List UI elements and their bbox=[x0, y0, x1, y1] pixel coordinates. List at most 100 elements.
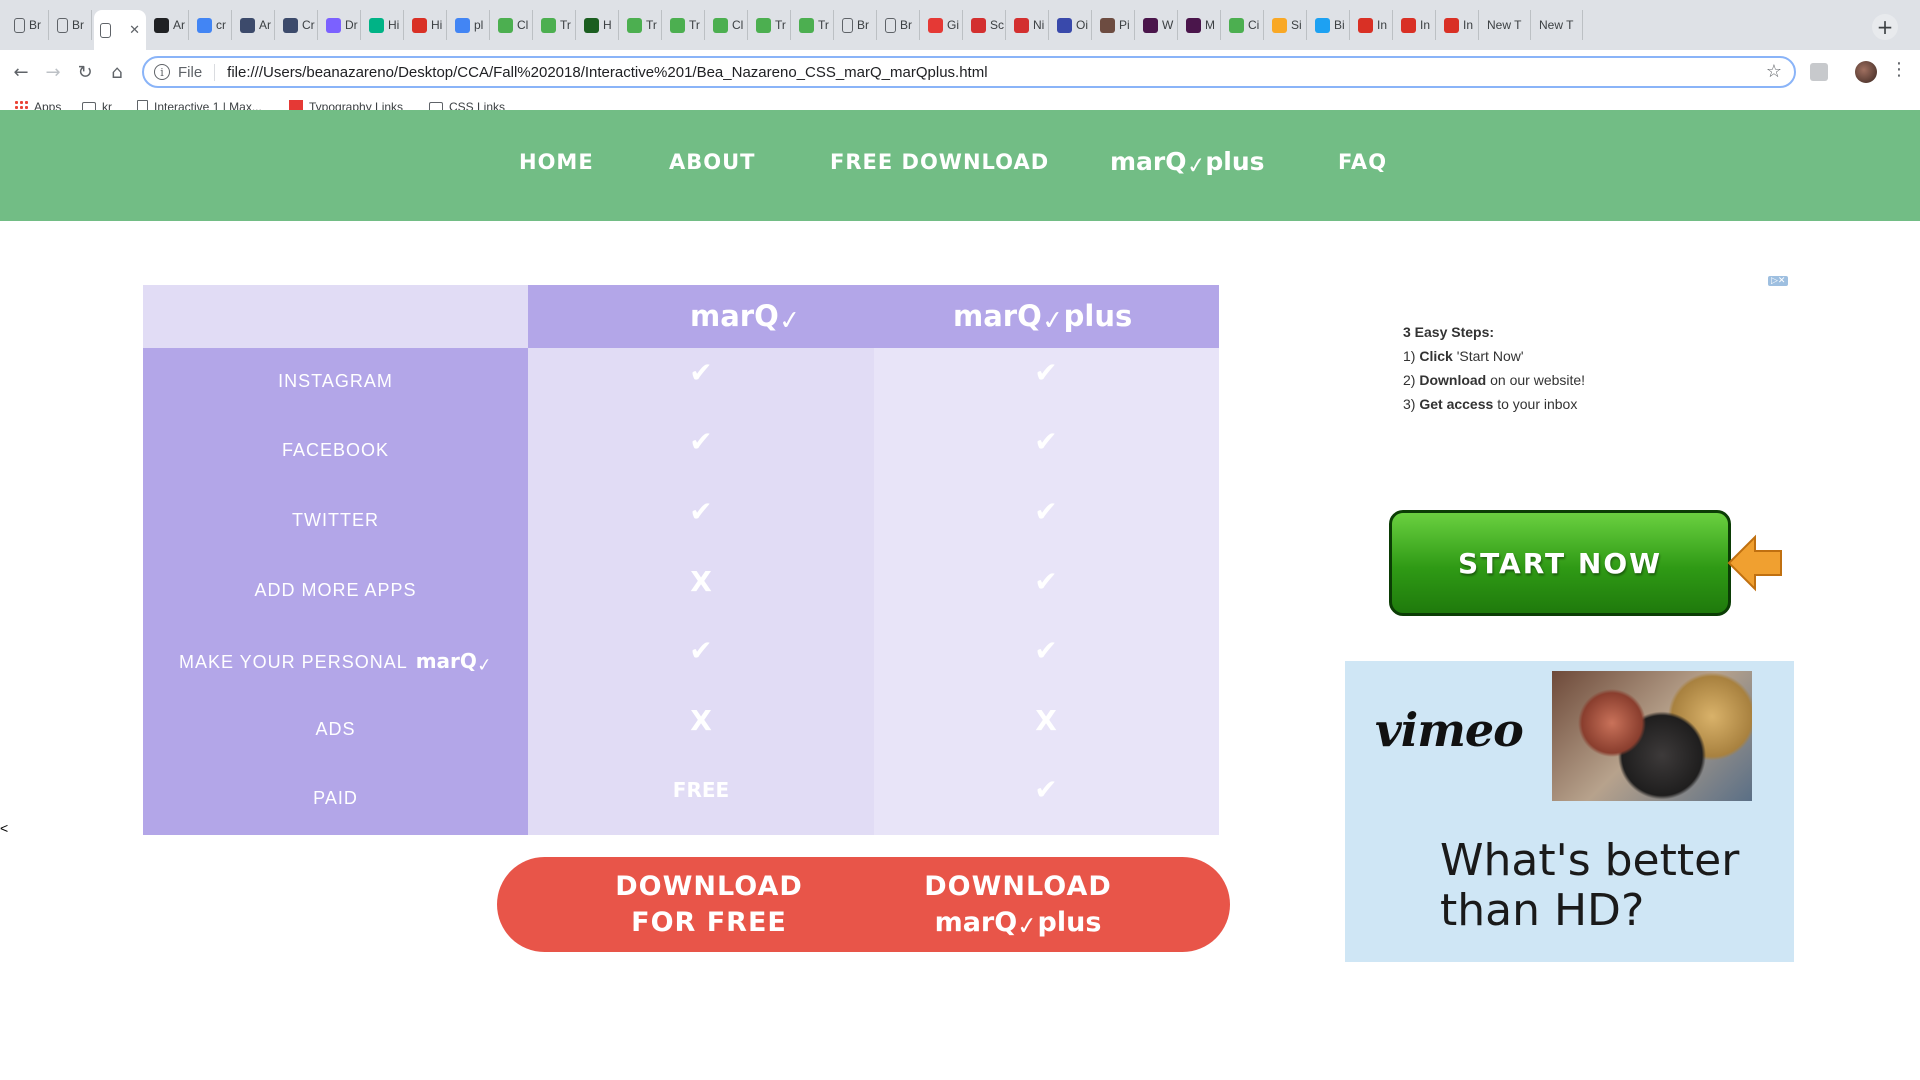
browser-tab[interactable]: Tr bbox=[664, 10, 705, 40]
check-icon: ✓ bbox=[475, 654, 494, 677]
marq-plus-column: ✔ ✔ ✔ ✔ ✔ X ✔ bbox=[874, 348, 1219, 835]
browser-tab[interactable]: Cr bbox=[277, 10, 318, 40]
browser-toolbar: ← → ↻ ⌂ i File file:///Users/beanazareno… bbox=[0, 50, 1920, 94]
brand-suffix: plus bbox=[1037, 907, 1102, 938]
nav-faq[interactable]: FAQ bbox=[1338, 150, 1387, 174]
profile-avatar[interactable] bbox=[1855, 61, 1877, 83]
browser-tab[interactable]: Tr bbox=[750, 10, 791, 40]
tab-label: W bbox=[1162, 18, 1174, 32]
browser-tab[interactable]: Pi bbox=[1094, 10, 1135, 40]
ad-image bbox=[1552, 671, 1752, 801]
browser-tab[interactable]: Oi bbox=[1051, 10, 1092, 40]
browser-tab[interactable]: Tr bbox=[621, 10, 662, 40]
browser-tab[interactable]: Br bbox=[8, 10, 49, 40]
gmail-icon bbox=[1358, 17, 1373, 33]
close-tab-icon[interactable]: ✕ bbox=[129, 23, 140, 38]
headline-line: than HD? bbox=[1440, 885, 1645, 936]
step-item: 3) Get access to your inbox bbox=[1403, 396, 1578, 412]
browser-tab[interactable]: Tr bbox=[535, 10, 576, 40]
browser-tab[interactable]: Br bbox=[836, 10, 877, 40]
browser-tab[interactable]: Br bbox=[51, 10, 92, 40]
table-corner bbox=[143, 285, 528, 348]
headline-line: What's better bbox=[1440, 835, 1740, 886]
browser-tab[interactable]: Ar bbox=[148, 10, 189, 40]
info-icon[interactable]: i bbox=[154, 64, 170, 80]
bookmark-star-icon[interactable]: ☆ bbox=[1766, 61, 1782, 82]
doc-icon bbox=[885, 17, 896, 33]
brand-suffix: plus bbox=[1205, 147, 1265, 176]
nav-free-download[interactable]: FREE DOWNLOAD bbox=[830, 150, 1049, 174]
tab-label: M bbox=[1205, 18, 1215, 32]
f-circle-icon bbox=[928, 17, 943, 33]
tab-label: Cr bbox=[302, 18, 315, 32]
browser-tab[interactable]: New T bbox=[1481, 10, 1531, 40]
home-icon[interactable]: ⌂ bbox=[104, 59, 130, 85]
browser-tab[interactable]: In bbox=[1352, 10, 1393, 40]
browser-tab[interactable]: Dr bbox=[320, 10, 361, 40]
download-free-button[interactable]: DOWNLOAD FOR FREE bbox=[559, 869, 859, 941]
browser-tab[interactable]: Cl bbox=[492, 10, 533, 40]
grid-icon bbox=[1100, 17, 1115, 33]
browser-tab[interactable]: Bi bbox=[1309, 10, 1350, 40]
tab-label: Cl bbox=[732, 18, 744, 32]
download-line: DOWNLOAD bbox=[615, 871, 803, 902]
check-icon: ✔ bbox=[689, 355, 713, 389]
new-tab-plus-icon[interactable]: + bbox=[1872, 14, 1898, 40]
check-icon: ✔ bbox=[689, 425, 713, 459]
browser-tab[interactable]: Cl bbox=[707, 10, 748, 40]
reload-icon[interactable]: ↻ bbox=[72, 59, 98, 85]
feature-label: ADD MORE APPS bbox=[254, 579, 417, 600]
browser-tab[interactable]: Br bbox=[879, 10, 920, 40]
browser-tab[interactable]: Ni bbox=[1008, 10, 1049, 40]
download-brand-line: marQ✓plus bbox=[868, 905, 1168, 941]
browser-tab[interactable]: Hi bbox=[363, 10, 404, 40]
app-icon bbox=[240, 17, 255, 33]
browser-tab[interactable]: ✕ bbox=[94, 10, 146, 50]
w3-icon bbox=[713, 17, 728, 33]
extension-icon[interactable] bbox=[1810, 63, 1828, 81]
back-arrow-icon[interactable]: ← bbox=[8, 59, 34, 85]
tab-label: Ni bbox=[1033, 18, 1045, 32]
address-bar[interactable]: i File file:///Users/beanazareno/Desktop… bbox=[142, 56, 1796, 88]
tab-label: Tr bbox=[689, 18, 700, 32]
nav-home[interactable]: HOME bbox=[519, 150, 594, 174]
forward-arrow-icon[interactable]: → bbox=[40, 59, 66, 85]
browser-tab[interactable]: Ar bbox=[234, 10, 275, 40]
browser-tab[interactable]: H bbox=[578, 10, 619, 40]
tab-label: Oi bbox=[1076, 18, 1088, 32]
browser-tab[interactable]: pl bbox=[449, 10, 490, 40]
download-marq-plus-button[interactable]: DOWNLOAD marQ✓plus bbox=[868, 869, 1168, 941]
doc-icon bbox=[100, 22, 111, 38]
app-icon bbox=[283, 17, 298, 33]
adobe-icon bbox=[1014, 17, 1029, 33]
browser-tab[interactable]: Hi bbox=[406, 10, 447, 40]
browser-tab[interactable]: Sc bbox=[965, 10, 1006, 40]
browser-tab[interactable]: In bbox=[1395, 10, 1436, 40]
stray-character: < bbox=[0, 820, 9, 836]
vimeo-ad[interactable]: vimeo What's better than HD? bbox=[1345, 661, 1794, 962]
step-item: 1) Click 'Start Now' bbox=[1403, 348, 1524, 364]
check-icon: ✓ bbox=[777, 304, 803, 338]
tab-label: Hi bbox=[388, 18, 400, 32]
tab-label: cr bbox=[216, 18, 226, 32]
browser-tab[interactable]: cr bbox=[191, 10, 232, 40]
browser-tab[interactable]: Ci bbox=[1223, 10, 1264, 40]
url-text[interactable]: file:///Users/beanazareno/Desktop/CCA/Fa… bbox=[227, 64, 987, 81]
nav-about[interactable]: ABOUT bbox=[669, 150, 756, 174]
browser-tab[interactable]: Si bbox=[1266, 10, 1307, 40]
browser-tab[interactable]: M bbox=[1180, 10, 1221, 40]
browser-tab[interactable]: Tr bbox=[793, 10, 834, 40]
browser-tab[interactable]: W bbox=[1137, 10, 1178, 40]
check-icon: ✔ bbox=[1034, 355, 1058, 389]
start-now-button[interactable]: START NOW bbox=[1389, 510, 1731, 616]
google-icon bbox=[197, 17, 212, 33]
tab-label: Tr bbox=[646, 18, 657, 32]
browser-tab[interactable]: Gi bbox=[922, 10, 963, 40]
nav-marq-plus[interactable]: marQ✓plus bbox=[1110, 147, 1265, 180]
download-pill: DOWNLOAD FOR FREE DOWNLOAD marQ✓plus bbox=[497, 857, 1230, 952]
check-icon: ✔ bbox=[689, 634, 713, 668]
ad-choices-icon[interactable]: ▷✕ bbox=[1768, 276, 1789, 286]
browser-tab[interactable]: In bbox=[1438, 10, 1479, 40]
browser-tab[interactable]: New T bbox=[1533, 10, 1583, 40]
menu-kebab-icon[interactable]: ⋮ bbox=[1890, 59, 1908, 80]
